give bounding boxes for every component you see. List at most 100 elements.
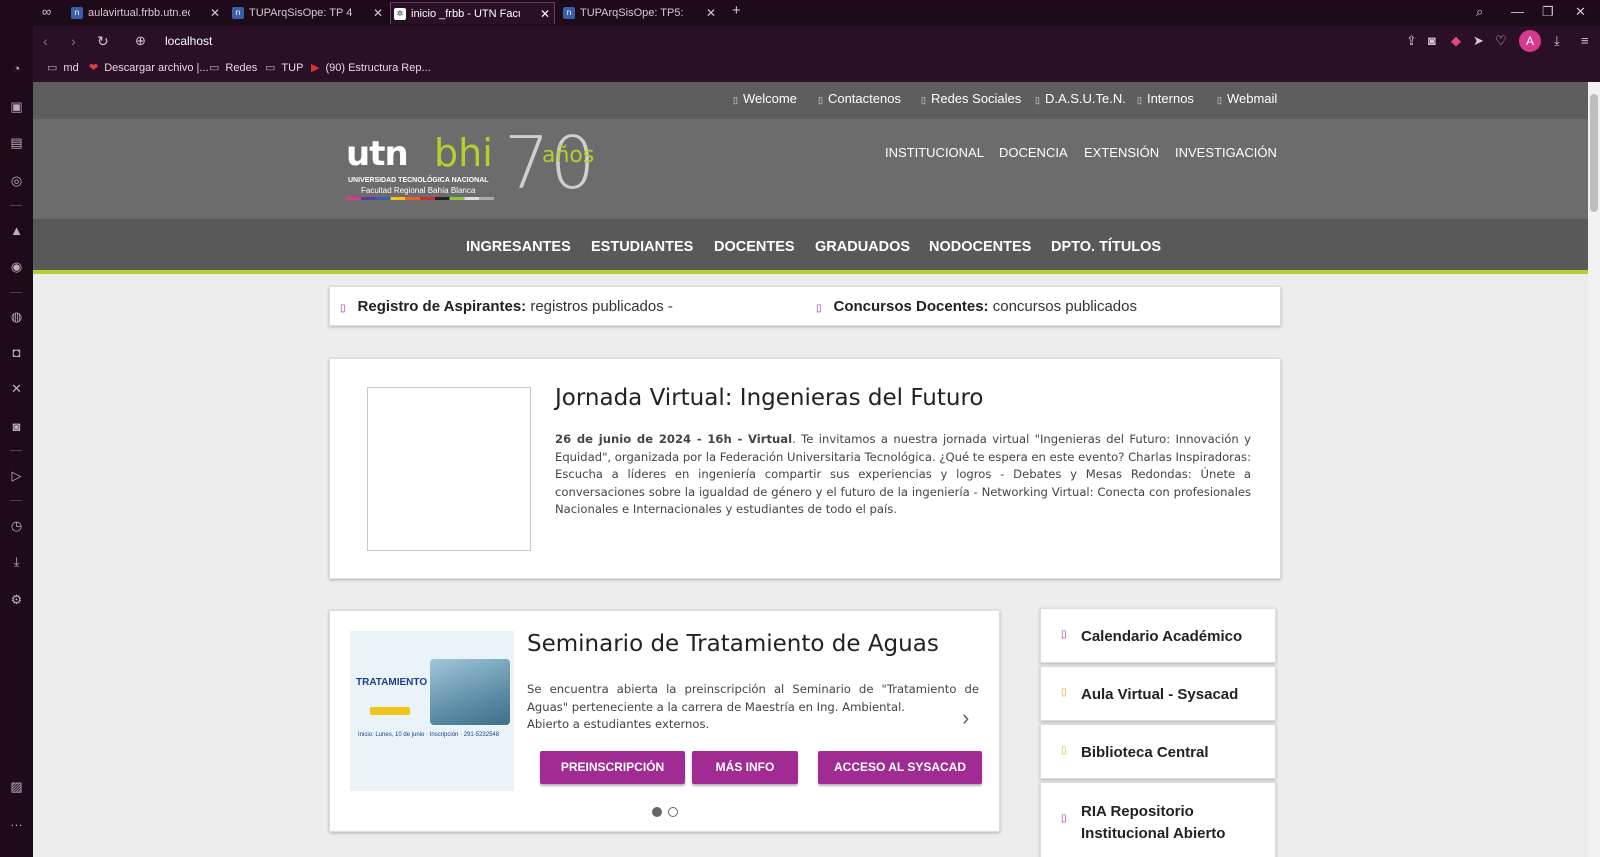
calendar-icon: ▯ xyxy=(1061,629,1067,640)
scrollbar-thumb[interactable] xyxy=(1590,94,1598,212)
nav-ingresantes[interactable]: INGRESANTES xyxy=(466,239,571,255)
search-tabs-icon[interactable]: ⌕ xyxy=(1476,4,1483,20)
bookmark-redes[interactable]: ▭ Redes xyxy=(209,61,257,74)
quick-link-calendario[interactable]: ▯ Calendario Académico xyxy=(1040,608,1276,663)
bookmark-label: (90) Estructura Rep... xyxy=(325,62,431,74)
tab-menu-icon[interactable]: ∞ xyxy=(42,4,51,19)
quick-link-ria[interactable]: ▯ RIA Repositorio Institucional Abierto xyxy=(1040,782,1276,857)
toplink-dasuten[interactable]: ▯ D.A.S.U.Te.N. xyxy=(1035,91,1126,106)
player-icon[interactable]: ▷ xyxy=(8,467,25,484)
discord-icon[interactable]: ◙ xyxy=(8,418,25,435)
news-item-registro[interactable]: ▯ Registro de Aspirantes: registros publi… xyxy=(340,298,673,315)
nav-dpto-titulos[interactable]: DPTO. TÍTULOS xyxy=(1051,239,1161,255)
bullet-icon: ▯ xyxy=(816,303,822,314)
bookmark-md[interactable]: ▭ md xyxy=(47,61,79,74)
nav-investigacion[interactable]: INVESTIGACIÓN xyxy=(1175,145,1277,160)
news-heading: Concursos Docentes: xyxy=(833,298,989,315)
camera-icon[interactable]: ◙ xyxy=(1428,33,1436,48)
heart-icon[interactable]: ♡ xyxy=(1495,33,1507,49)
whatsapp-icon[interactable]: ◍ xyxy=(8,308,25,325)
new-tab-button[interactable]: + xyxy=(732,2,741,19)
restore-icon[interactable]: ❐ xyxy=(1542,4,1554,20)
nav-estudiantes[interactable]: ESTUDIANTES xyxy=(591,239,693,255)
quick-link-label: Calendario Académico xyxy=(1081,628,1243,645)
nav-nodocentes[interactable]: NODOCENTES xyxy=(929,239,1031,255)
aria-icon[interactable]: ▲ xyxy=(8,222,25,239)
site-header: utn bhi UNIVERSIDAD TECNOLÓGICA NACIONAL… xyxy=(33,119,1588,219)
toplink-redes-sociales[interactable]: ▯ Redes Sociales xyxy=(921,91,1021,106)
main-nav: INGRESANTES ESTUDIANTES DOCENTES GRADUAD… xyxy=(33,219,1588,274)
close-tab-icon[interactable]: ✕ xyxy=(210,2,220,24)
toplink-internos[interactable]: ▯ Internos xyxy=(1137,91,1194,106)
toplink-label: Internos xyxy=(1146,91,1194,106)
avatar[interactable]: A xyxy=(1519,30,1541,52)
page-scrollbar[interactable] xyxy=(1588,82,1600,857)
link-icon: ▯ xyxy=(921,95,926,105)
chevron-right-icon[interactable]: › xyxy=(962,705,969,731)
history-icon[interactable]: ◷ xyxy=(8,517,25,534)
bookmark-label: Descargar archivo |... xyxy=(104,62,209,74)
gallery-icon[interactable]: ▨ xyxy=(8,778,25,795)
menu-icon[interactable]: ≡ xyxy=(1581,33,1589,48)
vk-icon[interactable]: ◘ xyxy=(8,344,25,361)
folder-icon: ▭ xyxy=(209,62,220,74)
quick-link-label: Biblioteca Central xyxy=(1081,744,1209,761)
bookmark-descargar[interactable]: ❤ Descargar archivo |... xyxy=(89,61,209,74)
more-icon[interactable]: … xyxy=(8,813,25,830)
acceso-sysacad-button[interactable]: ACCESO AL SYSACAD xyxy=(818,751,982,784)
shopping-icon[interactable]: ▣ xyxy=(8,98,25,115)
nav-docentes[interactable]: DOCENTES xyxy=(714,239,795,255)
quick-link-aula-virtual[interactable]: ▯ Aula Virtual - Sysacad xyxy=(1040,666,1276,721)
mas-info-button[interactable]: MÁS INFO xyxy=(692,751,798,784)
tab-label: TUPArqSisOpe: TP 4 - Dock xyxy=(249,7,353,19)
toplink-welcome[interactable]: ▯ Welcome xyxy=(733,91,797,106)
bookmark-tup[interactable]: ▭ TUP xyxy=(265,61,303,74)
send-icon[interactable]: ➤ xyxy=(1473,33,1484,49)
tab-aulavirtual[interactable]: n aulavirtual.frbb.utn.edu.ar ✕ xyxy=(68,2,224,24)
utn-logo[interactable]: utn bhi UNIVERSIDAD TECNOLÓGICA NACIONAL… xyxy=(346,121,616,219)
close-tab-icon[interactable]: ✕ xyxy=(706,2,716,24)
settings-icon[interactable]: ⚙ xyxy=(8,591,25,608)
seminar-poster-image[interactable]: TRATAMIENTO DE AGUAS Inicio: Lunes, 10 d… xyxy=(350,631,514,791)
quick-link-label: RIA Repositorio Institucional Abierto xyxy=(1081,803,1226,842)
tab-inicio-frbb[interactable]: ✲ inicio _frbb - UTN Facultad ✕ xyxy=(390,2,555,24)
messenger-icon[interactable]: ◉ xyxy=(8,258,25,275)
close-tab-icon[interactable]: ✕ xyxy=(373,2,383,24)
twitch-icon[interactable]: ▤ xyxy=(8,134,25,151)
instagram-icon[interactable]: ◎ xyxy=(8,172,25,189)
slide-dot-1[interactable] xyxy=(652,807,662,817)
close-window-icon[interactable]: ✕ xyxy=(1575,4,1586,20)
quick-link-biblioteca[interactable]: ▯ Biblioteca Central xyxy=(1040,724,1276,779)
utn-favicon-icon: n xyxy=(232,7,244,19)
close-tab-icon[interactable]: ✕ xyxy=(540,3,550,24)
toplink-contactenos[interactable]: ▯ Contactenos xyxy=(818,91,901,106)
bullet-icon: ▯ xyxy=(340,303,346,314)
news-item-concursos[interactable]: ▯ Concursos Docentes: concursos publicado… xyxy=(816,298,1137,315)
x-icon[interactable]: ✕ xyxy=(8,380,25,397)
reload-icon[interactable]: ↻ xyxy=(97,33,109,50)
forward-icon[interactable]: › xyxy=(71,33,76,49)
nav-extension[interactable]: EXTENSIÓN xyxy=(1084,145,1159,160)
event-title[interactable]: Jornada Virtual: Ingenieras del Futuro xyxy=(555,385,984,411)
share-icon[interactable]: ⇪ xyxy=(1406,33,1417,49)
download-icon[interactable]: ⤓ xyxy=(1554,33,1560,49)
speed-dial-icon[interactable]: ◔ xyxy=(8,60,25,77)
bookmark-youtube[interactable]: ▶ (90) Estructura Rep... xyxy=(311,61,431,74)
toplink-webmail[interactable]: ▯ Webmail xyxy=(1217,91,1277,106)
shield-icon[interactable]: ◆ xyxy=(1451,33,1461,49)
slide-dot-2[interactable] xyxy=(668,807,678,817)
preinscripcion-button[interactable]: PREINSCRIPCIÓN xyxy=(540,751,685,784)
url-input[interactable]: localhost xyxy=(165,34,212,48)
web-page: ▯ Welcome ▯ Contactenos ▯ Redes Sociales ▯ D… xyxy=(33,82,1600,857)
nav-graduados[interactable]: GRADUADOS xyxy=(815,239,910,255)
back-icon[interactable]: ‹ xyxy=(43,33,48,49)
download-icon[interactable]: ⤓ xyxy=(8,553,25,570)
slide-title[interactable]: Seminario de Tratamiento de Aguas xyxy=(527,631,939,657)
nav-docencia[interactable]: DOCENCIA xyxy=(999,145,1068,160)
link-icon: ▯ xyxy=(733,95,738,105)
minimize-icon[interactable]: — xyxy=(1511,4,1524,19)
tab-tp4[interactable]: n TUPArqSisOpe: TP 4 - Dock ✕ xyxy=(229,2,387,24)
toplink-label: Contactenos xyxy=(827,91,901,106)
nav-institucional[interactable]: INSTITUCIONAL xyxy=(885,145,984,160)
tab-tp5[interactable]: n TUPArqSisOpe: TP5: Bash S ✕ xyxy=(560,2,720,24)
